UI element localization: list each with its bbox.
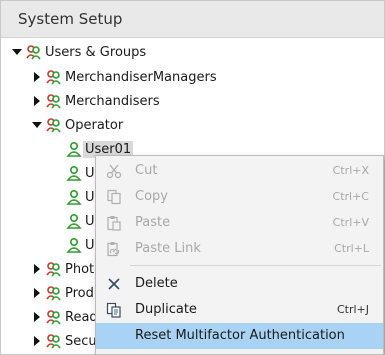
- menu-item-label: Copy: [135, 189, 168, 204]
- context-menu: Cut Ctrl+X Copy Ctrl+C Paste Ctrl+V Past…: [95, 155, 384, 355]
- menu-item-shortcut: Ctrl+X: [332, 164, 369, 177]
- duplicate-icon: [106, 302, 122, 318]
- panel-header: System Setup: [1, 1, 384, 38]
- panel-title: System Setup: [18, 10, 123, 28]
- tree-group-merchandisers[interactable]: Merchandisers: [32, 89, 160, 113]
- group-icon: [46, 94, 61, 109]
- expand-right-icon[interactable]: [32, 288, 42, 298]
- group-icon: [26, 45, 41, 60]
- group-icon: [46, 286, 61, 301]
- scissors-icon: [106, 163, 122, 179]
- expand-right-icon[interactable]: [32, 72, 42, 82]
- tree-label: Read: [65, 309, 98, 325]
- expand-right-icon[interactable]: [32, 336, 42, 346]
- user-icon: [66, 141, 82, 157]
- expand-right-icon[interactable]: [32, 312, 42, 322]
- menu-item-delete[interactable]: Delete: [96, 271, 383, 297]
- menu-item-cut[interactable]: Cut Ctrl+X: [96, 158, 383, 184]
- group-icon: [46, 118, 61, 133]
- user-icon: [66, 213, 82, 229]
- expand-right-icon[interactable]: [32, 96, 42, 106]
- menu-item-paste[interactable]: Paste Ctrl+V: [96, 210, 383, 236]
- menu-item-paste-link[interactable]: Paste Link Ctrl+L: [96, 236, 383, 262]
- tree-root-users-groups[interactable]: Users & Groups: [12, 40, 146, 64]
- paste-link-icon: [106, 241, 122, 257]
- tree-label: MerchandiserManagers: [65, 69, 217, 85]
- menu-item-label: Delete: [135, 276, 178, 291]
- tree-group-photo[interactable]: Photo: [32, 257, 102, 281]
- menu-item-label: Cut: [135, 163, 158, 178]
- menu-item-shortcut: Ctrl+C: [332, 190, 369, 203]
- expand-right-icon[interactable]: [32, 264, 42, 274]
- tree-group-read[interactable]: Read: [32, 305, 98, 329]
- tree-group-operator[interactable]: Operator: [32, 113, 123, 137]
- tree-group-merchandisermanagers[interactable]: MerchandiserManagers: [32, 65, 217, 89]
- tree-label: Merchandisers: [65, 93, 160, 109]
- copy-icon: [106, 189, 122, 205]
- paste-icon: [106, 215, 122, 231]
- menu-item-label: Paste: [135, 215, 171, 230]
- tree-group-produ[interactable]: Produ: [32, 281, 102, 305]
- menu-item-label: Paste Link: [135, 241, 201, 256]
- menu-item-label: Duplicate: [135, 302, 197, 317]
- group-icon: [46, 310, 61, 325]
- tree-label: Users & Groups: [45, 44, 147, 60]
- tree-group-secur[interactable]: Secur: [32, 329, 102, 353]
- expand-down-icon[interactable]: [32, 120, 42, 130]
- tree-label: Operator: [65, 117, 124, 133]
- group-icon: [46, 70, 61, 85]
- group-icon: [46, 262, 61, 277]
- delete-x-icon: [106, 276, 122, 292]
- menu-item-copy[interactable]: Copy Ctrl+C: [96, 184, 383, 210]
- menu-item-shortcut: Ctrl+J: [336, 303, 369, 316]
- group-icon: [46, 334, 61, 349]
- user-icon: [66, 237, 82, 253]
- menu-item-duplicate[interactable]: Duplicate Ctrl+J: [96, 297, 383, 323]
- menu-item-shortcut: Ctrl+V: [332, 216, 369, 229]
- menu-item-label: Reset Multifactor Authentication: [135, 328, 345, 343]
- user-icon: [66, 165, 82, 181]
- menu-item-reset-mfa[interactable]: Reset Multifactor Authentication: [96, 323, 383, 349]
- menu-item-shortcut: Ctrl+L: [334, 242, 369, 255]
- menu-separator: [130, 265, 381, 266]
- expand-down-icon[interactable]: [12, 47, 22, 57]
- user-icon: [66, 189, 82, 205]
